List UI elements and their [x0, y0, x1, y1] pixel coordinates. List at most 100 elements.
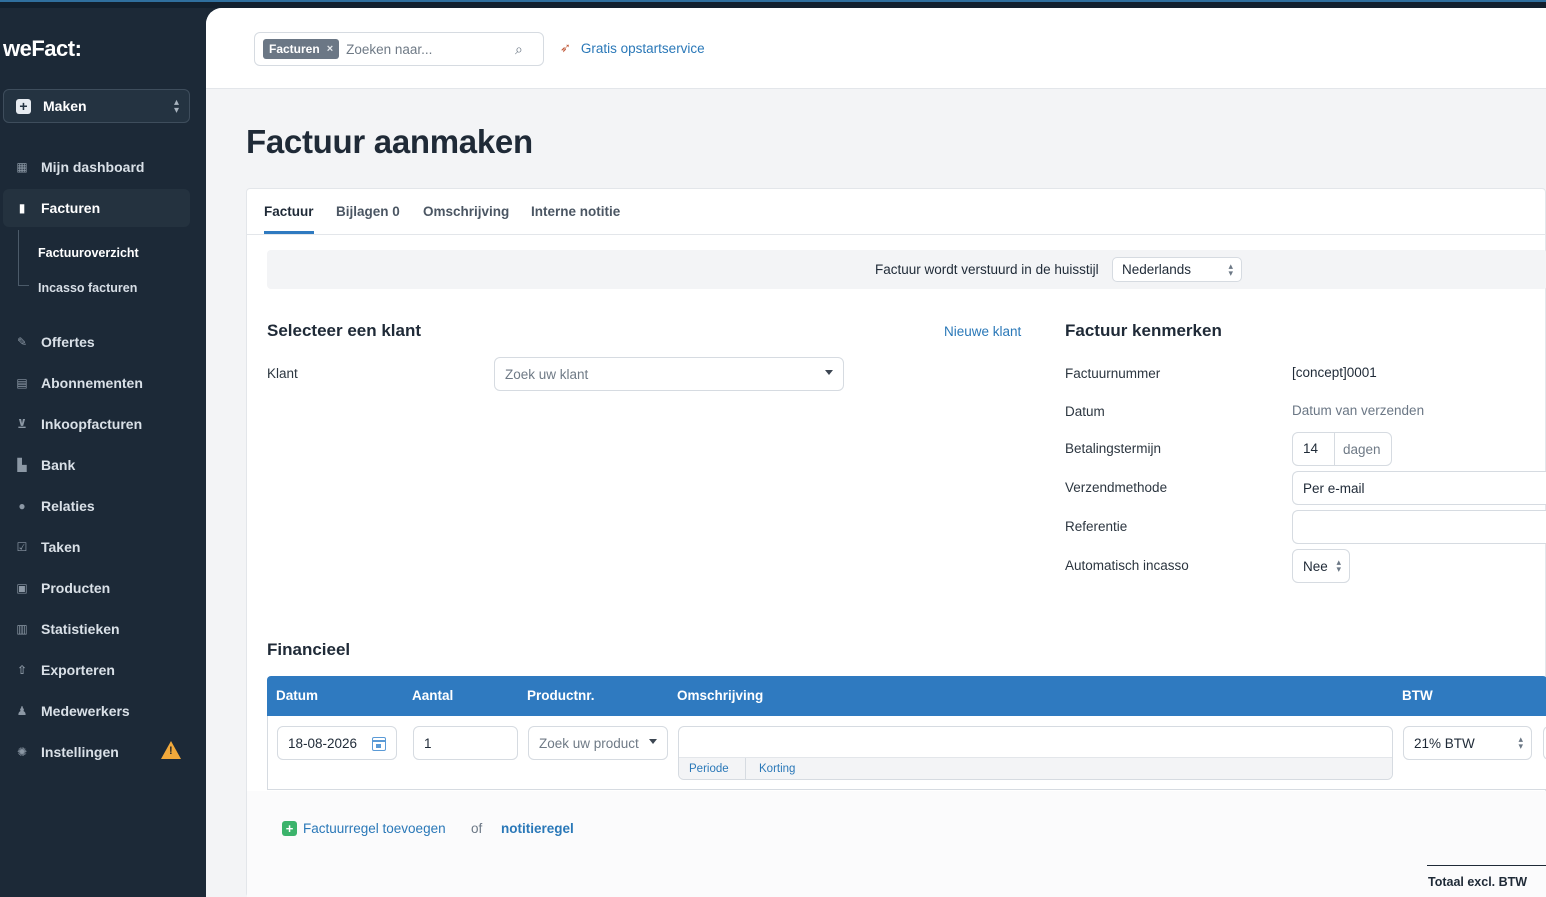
caret-down-icon: [649, 739, 657, 744]
add-note-line-link[interactable]: notitieregel: [501, 821, 574, 836]
sidebar-item-label: Medewerkers: [41, 703, 130, 719]
invoice-number-value: [concept]0001: [1292, 365, 1377, 380]
search-icon[interactable]: ⌕: [515, 41, 543, 58]
line-quantity-input[interactable]: 1: [413, 726, 518, 760]
page-title: Factuur aanmaken: [246, 123, 533, 160]
cart-icon: ⊻: [17, 417, 27, 431]
sidebar-item-label: Statistieken: [41, 621, 120, 637]
financial-section-title: Financieel: [267, 640, 351, 659]
sidebar-item-statistieken[interactable]: ▥ Statistieken: [3, 610, 190, 648]
sidebar-item-offertes[interactable]: ✎ Offertes: [3, 323, 190, 361]
users-icon: ●: [18, 499, 26, 513]
chevron-updown-icon: ▴ ▾: [1228, 260, 1233, 278]
column-header-date: Datum: [276, 688, 319, 703]
search-input[interactable]: Zoeken naar...: [346, 42, 515, 57]
invoice-lines-header: Datum Aantal Productnr. Omschrijving BTW: [267, 676, 1546, 716]
tab-interne-notitie[interactable]: Interne notitie: [531, 204, 620, 219]
create-menu-label: Maken: [43, 98, 87, 114]
sidebar-item-label: Mijn dashboard: [41, 159, 145, 175]
sidebar-item-dashboard[interactable]: ▦ Mijn dashboard: [3, 148, 190, 186]
tab-bijlagen[interactable]: Bijlagen 0: [336, 204, 400, 219]
discount-link[interactable]: Korting: [759, 763, 795, 775]
line-description-input[interactable]: Periode Korting: [678, 726, 1393, 780]
language-value: Nederlands: [1122, 262, 1192, 277]
reference-label: Referentie: [1065, 519, 1128, 534]
create-menu-button[interactable]: + Maken ▴ ▾: [3, 89, 190, 123]
date-value[interactable]: Datum van verzenden: [1292, 403, 1424, 418]
tab-omschrijving[interactable]: Omschrijving: [423, 204, 509, 219]
line-vat-select[interactable]: 21% BTW ▴ ▾: [1403, 726, 1532, 760]
shipping-method-select[interactable]: Per e-mail: [1292, 471, 1546, 505]
column-header-product: Productnr.: [527, 688, 595, 703]
sidebar-item-label: Taken: [41, 539, 81, 555]
client-label: Klant: [267, 366, 298, 381]
sidebar-item-exporteren[interactable]: ⇧ Exporteren: [3, 651, 190, 689]
document-icon: ▮: [18, 201, 26, 215]
shipping-method-value: Per e-mail: [1303, 480, 1365, 496]
sidebar-item-medewerkers[interactable]: ♟ Medewerkers: [3, 692, 190, 730]
main-content: Facturen × Zoeken naar... ⌕ ➶ Gratis ops…: [206, 8, 1546, 897]
calendar-icon[interactable]: [372, 737, 386, 751]
line-vat-value: 21% BTW: [1414, 735, 1475, 751]
line-date-input[interactable]: 18-08-2026: [277, 726, 397, 760]
invoice-line-row: 18-08-2026 1 Zoek uw product Periode Kor…: [267, 716, 1546, 790]
rocket-icon: ➶: [560, 40, 571, 55]
sidebar-subitem-factuuroverzicht[interactable]: Factuuroverzicht: [38, 246, 139, 260]
auto-debit-value: Nee: [1303, 558, 1328, 574]
person-icon: ♟: [16, 704, 28, 718]
auto-debit-select[interactable]: Nee ▴ ▾: [1292, 549, 1350, 583]
style-banner: Factuur wordt verstuurd in de huisstijl …: [267, 250, 1546, 289]
total-divider: [1427, 865, 1546, 866]
new-client-link[interactable]: Nieuwe klant: [944, 324, 1021, 339]
sidebar-item-taken[interactable]: ☑ Taken: [3, 528, 190, 566]
column-header-description: Omschrijving: [677, 688, 764, 703]
sidebar-item-bank[interactable]: ▙ Bank: [3, 446, 190, 484]
payment-term-field[interactable]: 14 dagen: [1292, 432, 1392, 466]
sidebar-subitem-incasso[interactable]: Incasso facturen: [38, 281, 137, 295]
style-banner-text: Factuur wordt verstuurd in de huisstijl: [875, 262, 1099, 277]
search-bar[interactable]: Facturen × Zoeken naar... ⌕: [254, 32, 544, 66]
warning-icon[interactable]: !: [161, 741, 181, 759]
tab-factuur[interactable]: Factuur: [264, 204, 314, 219]
sidebar-item-label: Instellingen: [41, 744, 119, 760]
invoice-number-label: Factuurnummer: [1065, 366, 1161, 381]
total-excl-vat-label: Totaal excl. BTW: [1428, 875, 1528, 889]
gear-icon: ✺: [16, 745, 28, 759]
top-border: [0, 0, 1546, 8]
promo-label: Gratis opstartservice: [580, 40, 705, 56]
sidebar-item-relaties[interactable]: ● Relaties: [3, 487, 190, 525]
period-link[interactable]: Periode: [689, 763, 729, 775]
column-header-vat: BTW: [1402, 688, 1433, 703]
description-actions: Periode Korting: [679, 757, 1392, 780]
reference-input[interactable]: [1292, 510, 1546, 544]
add-icon[interactable]: +: [282, 821, 297, 836]
add-invoice-line-link[interactable]: Factuurregel toevoegen: [303, 821, 446, 836]
divider: [745, 758, 746, 780]
search-scope-chip[interactable]: Facturen ×: [263, 39, 340, 59]
sidebar: weFact: + Maken ▴ ▾ ▦ Mijn dashboard ▮ Fa…: [0, 8, 206, 897]
sidebar-item-abonnementen[interactable]: ▤ Abonnementen: [3, 364, 190, 402]
client-search-select[interactable]: Zoek uw klant: [494, 357, 844, 391]
app-logo[interactable]: weFact:: [3, 36, 82, 62]
grid-icon: ▦: [16, 160, 28, 174]
sidebar-item-inkoopfacturen[interactable]: ⊻ Inkoopfacturen: [3, 405, 190, 443]
chevron-updown-icon: ▴ ▾: [1336, 557, 1341, 574]
sidebar-item-producten[interactable]: ▣ Producten: [3, 569, 190, 607]
language-select[interactable]: Nederlands ▴ ▾: [1112, 257, 1242, 282]
sidebar-item-label: Inkoopfacturen: [41, 416, 143, 432]
payment-term-input[interactable]: 14: [1293, 433, 1335, 465]
promo-link[interactable]: ➶ Gratis opstartservice: [560, 40, 705, 56]
invoice-form-card: Factuur Bijlagen 0 Omschrijving Interne …: [246, 188, 1546, 897]
shipping-method-label: Verzendmethode: [1065, 480, 1168, 495]
line-product-select[interactable]: Zoek uw product: [528, 726, 668, 760]
invoice-section-title: Factuur kenmerken: [1065, 321, 1222, 340]
line-quantity-value: 1: [424, 735, 432, 751]
bank-icon: ▙: [17, 458, 27, 472]
tab-bar: Factuur Bijlagen 0 Omschrijving Interne …: [247, 189, 1546, 235]
close-icon[interactable]: ×: [327, 39, 333, 59]
top-header: Facturen × Zoeken naar... ⌕ ➶ Gratis ops…: [206, 8, 1546, 89]
sidebar-item-facturen[interactable]: ▮ Facturen: [3, 189, 190, 227]
column-header-quantity: Aantal: [412, 688, 454, 703]
payment-term-unit: dagen: [1343, 441, 1381, 457]
auto-debit-label: Automatisch incasso: [1065, 558, 1189, 573]
